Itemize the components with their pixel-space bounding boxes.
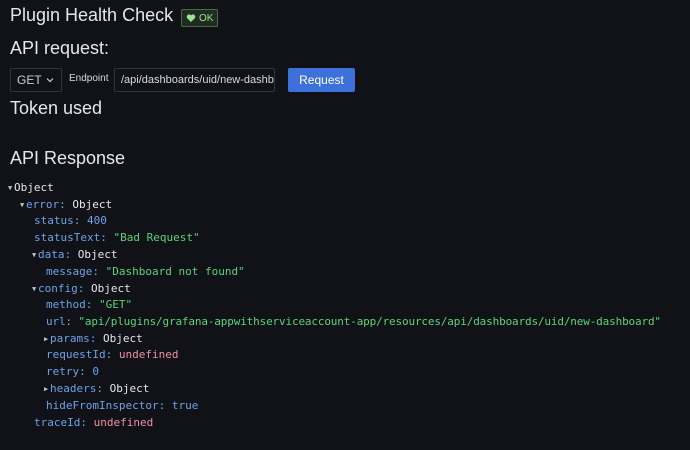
tree-node-retry: retry: 0 xyxy=(46,365,99,378)
tree-node-method: method: "GET" xyxy=(46,298,133,311)
tree-node-traceid: traceId: undefined xyxy=(34,416,154,429)
tree-node-url: url: "api/plugins/grafana-appwithservice… xyxy=(46,315,661,328)
tree-node-params[interactable]: ▶ params: Object xyxy=(44,331,143,348)
tree-node-statustext: statusText: "Bad Request" xyxy=(34,231,200,244)
plugin-health-check-page: Plugin Health Check OK API request: GET … xyxy=(0,0,690,450)
tree-node-hidefrominspector: hideFromInspector: true xyxy=(46,399,199,412)
tree-node-error[interactable]: ▼ error: Object xyxy=(20,197,112,214)
tree-node-root[interactable]: ▼ Object xyxy=(8,180,54,197)
tree-node-requestid: requestId: undefined xyxy=(46,348,179,361)
tree-node-headers[interactable]: ▶ headers: Object xyxy=(44,381,149,398)
tree-node-status: status: 400 xyxy=(34,214,107,227)
tree-node-config[interactable]: ▼ config: Object xyxy=(32,281,131,298)
response-tree: ▼ Object ▼ error: Object status: 400 statu… xyxy=(0,0,690,450)
tree-node-data[interactable]: ▼ data: Object xyxy=(32,247,118,264)
tree-node-message: message: "Dashboard not found" xyxy=(46,265,245,278)
